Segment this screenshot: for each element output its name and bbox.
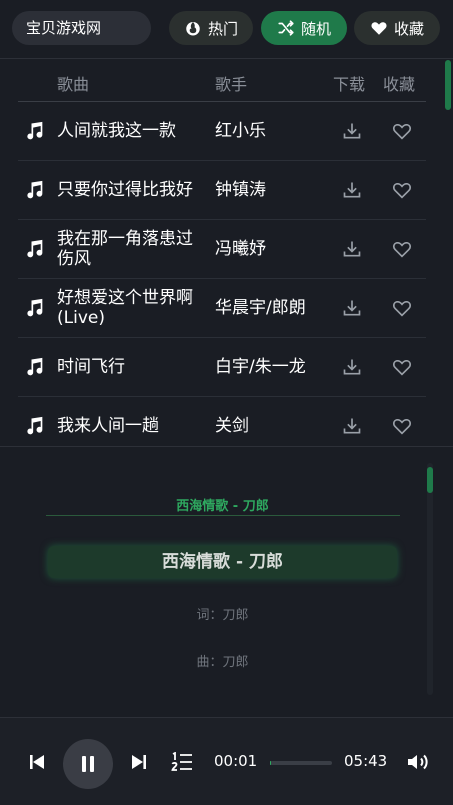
random-button[interactable]: 随机 [261,11,347,45]
lyrics-song-title: 西海情歌 - 刀郎 [176,499,269,514]
song-title[interactable]: 好想爱这个世界啊(Live) [57,288,197,328]
song-artist: 红小乐 [215,121,266,141]
shuffle-icon [278,20,294,36]
download-icon[interactable] [342,416,362,436]
download-icon[interactable] [342,357,362,377]
lyrics-current-line: 西海情歌 - 刀郎 [48,546,397,578]
player-bar: 00:01 05:43 [0,717,453,805]
song-title[interactable]: 我在那一角落患过伤风 [57,229,197,269]
song-row[interactable]: 好想爱这个世界啊(Live) 华晨宇/郎朗 [18,279,426,338]
random-button-label: 随机 [300,19,331,38]
favorite-heart-icon[interactable] [392,122,412,140]
progress-slider[interactable] [270,761,332,765]
song-artist: 钟镇涛 [215,180,266,200]
song-row[interactable]: 时间飞行 白宇/朱一龙 [18,338,426,397]
favorites-button-label: 收藏 [393,19,424,38]
previous-track-icon[interactable] [29,754,45,770]
pause-icon [82,756,94,772]
song-rows: 人间就我这一款 红小乐 只要你过得比我好 钟镇涛 我在那一角落患过伤风 冯曦妤 [18,102,426,447]
download-icon[interactable] [342,298,362,318]
song-artist: 华晨宇/郎朗 [215,298,306,318]
song-row[interactable]: 只要你过得比我好 钟镇涛 [18,161,426,220]
lyrics-scroll-track[interactable] [427,463,433,695]
flame-icon [186,22,200,36]
download-icon[interactable] [342,239,362,259]
hot-button-label: 热门 [207,19,238,38]
current-time: 00:01 [214,752,258,770]
favorite-heart-icon[interactable] [392,181,412,199]
favorite-heart-icon[interactable] [392,240,412,258]
song-row[interactable]: 我来人间一趟 关剑 [18,397,426,447]
favorite-heart-icon[interactable] [392,358,412,376]
song-row[interactable]: 人间就我这一款 红小乐 [18,102,426,161]
music-note-icon [27,180,43,199]
song-artist: 白宇/朱一龙 [215,357,306,377]
lyrics-line: 词：刀郎 [196,608,249,623]
song-row[interactable]: 我在那一角落患过伤风 冯曦妤 [18,220,426,279]
music-note-icon [27,298,43,317]
lyrics-title-underline [46,515,400,516]
music-note-icon [27,121,43,140]
song-list: 歌曲 歌手 下载 收藏 人间就我这一款 红小乐 只要你过得比我好 钟镇涛 我在那… [0,59,453,447]
column-header-song: 歌曲 [57,75,90,94]
song-title[interactable]: 只要你过得比我好 [57,180,197,200]
column-header-artist: 歌手 [215,75,248,94]
download-icon[interactable] [342,180,362,200]
lyrics-line: 曲：刀郎 [196,655,249,670]
pause-button[interactable] [63,739,113,789]
total-time: 05:43 [344,752,388,770]
favorite-heart-icon[interactable] [392,417,412,435]
heart-icon [371,22,387,35]
music-note-icon [27,357,43,376]
song-list-scrollbar[interactable] [445,60,451,110]
favorite-heart-icon[interactable] [392,299,412,317]
lyrics-scrollbar[interactable] [427,467,433,493]
site-title[interactable]: 宝贝游戏网 [12,11,151,45]
next-track-icon[interactable] [131,754,147,770]
song-title[interactable]: 时间飞行 [57,357,197,377]
favorites-button[interactable]: 收藏 [354,11,440,45]
song-title[interactable]: 人间就我这一款 [57,121,197,141]
column-header-favorite: 收藏 [383,75,416,94]
music-player-app: 宝贝游戏网 热门 随机 收藏 歌曲 歌手 下载 收藏 人间就我这一款 红小乐 只… [0,0,453,805]
top-bar: 宝贝游戏网 热门 随机 收藏 [0,0,453,58]
song-artist: 关剑 [215,416,249,436]
song-artist: 冯曦妤 [215,239,266,259]
download-icon[interactable] [342,121,362,141]
playlist-order-icon[interactable] [171,752,193,772]
lyrics-panel: 西海情歌 - 刀郎 西海情歌 - 刀郎 词：刀郎 曲：刀郎 [0,447,453,717]
song-title[interactable]: 我来人间一趟 [57,416,197,436]
music-note-icon [27,416,43,435]
music-note-icon [27,239,43,258]
column-header-download: 下载 [333,75,366,94]
hot-button[interactable]: 热门 [169,11,253,45]
volume-icon[interactable] [406,752,430,772]
